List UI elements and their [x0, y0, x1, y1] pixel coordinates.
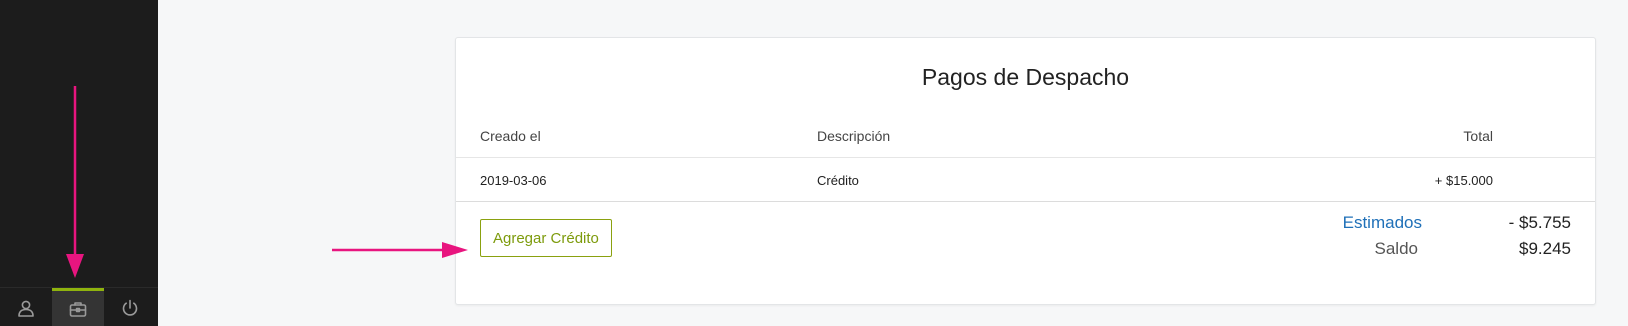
- estimated-link[interactable]: Estimados: [1262, 213, 1422, 233]
- row-date: 2019-03-06: [480, 173, 547, 188]
- sidebar-profile-button[interactable]: [0, 288, 52, 326]
- estimated-value: - $5.755: [1508, 213, 1571, 232]
- annotation-arrow-right: [332, 242, 468, 258]
- briefcase-icon: [69, 302, 87, 317]
- dispatch-payments-card: Pagos de Despacho Creado el Descripción …: [455, 37, 1596, 305]
- sidebar-bottom-bar: [0, 287, 158, 326]
- balance-value: $9.245: [1519, 239, 1571, 258]
- row-description: Crédito: [817, 173, 859, 188]
- column-header-description: Descripción: [817, 128, 891, 144]
- column-header-total: Total: [1463, 128, 1493, 144]
- table-row: 2019-03-06 Crédito + $15.000: [456, 159, 1595, 202]
- card-title: Pagos de Despacho: [921, 64, 1130, 90]
- user-icon: [18, 300, 34, 317]
- power-icon: [122, 299, 138, 316]
- column-header-date: Creado el: [480, 128, 541, 144]
- sidebar-dispatch-button[interactable]: [52, 288, 104, 326]
- add-credit-button[interactable]: Agregar Crédito: [480, 219, 612, 257]
- sidebar: [0, 0, 158, 326]
- row-total: + $15.000: [1434, 173, 1493, 188]
- balance-label: Saldo: [1374, 239, 1418, 258]
- sidebar-logout-button[interactable]: [104, 288, 156, 326]
- table-header: Creado el Descripción Total: [456, 128, 1595, 158]
